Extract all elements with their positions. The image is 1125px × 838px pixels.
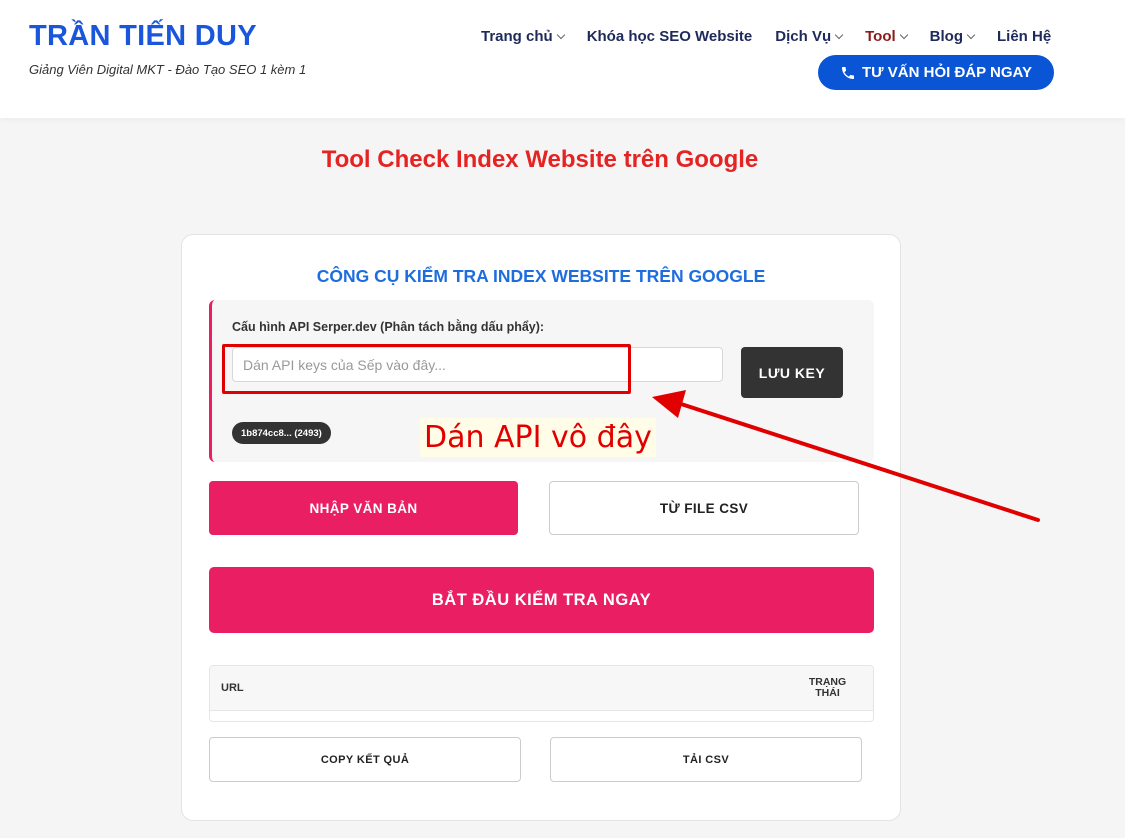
column-header-url: URL — [221, 682, 244, 694]
mode-text-button[interactable]: NHẬP VĂN BẢN — [209, 481, 518, 535]
nav-item-tool[interactable]: Tool — [865, 28, 908, 45]
chevron-down-icon — [966, 30, 976, 39]
nav-item-home[interactable]: Trang chủ — [481, 28, 565, 45]
nav-item-contact[interactable]: Liên Hệ — [997, 28, 1051, 45]
nav-item-seo-course[interactable]: Khóa học SEO Website — [587, 28, 753, 45]
page-title: Tool Check Index Website trên Google — [321, 146, 759, 173]
site-header: TRẦN TIẾN DUY Giảng Viên Digital MKT - Đ… — [0, 0, 1125, 118]
mode-csv-button[interactable]: TỪ FILE CSV — [549, 481, 859, 535]
annotation-text: Dán API vô đây — [420, 418, 656, 457]
consult-button[interactable]: TƯ VẤN HỎI ĐÁP NGAY — [818, 55, 1054, 90]
download-csv-button[interactable]: TẢI CSV — [550, 737, 862, 782]
column-header-status: TRẠNG THÁI — [800, 677, 855, 699]
chevron-down-icon — [834, 30, 844, 39]
nav-label: Blog — [929, 28, 963, 45]
nav-item-blog[interactable]: Blog — [929, 28, 976, 45]
api-label: Cấu hình API Serper.dev (Phân tách bằng … — [232, 320, 545, 334]
start-check-button[interactable]: BẮT ĐẦU KIỂM TRA NGAY — [209, 567, 874, 633]
save-key-button[interactable]: LƯU KEY — [741, 347, 843, 398]
consult-button-label: TƯ VẤN HỎI ĐÁP NGAY — [862, 64, 1032, 81]
chevron-down-icon — [556, 30, 565, 39]
tool-title: CÔNG CỤ KIỂM TRA INDEX WEBSITE TRÊN GOOG… — [316, 266, 766, 286]
nav-label: Trang chủ — [481, 28, 553, 45]
nav-label: Tool — [865, 28, 896, 45]
nav-label: Liên Hệ — [997, 28, 1052, 45]
nav-label: Dịch Vụ — [775, 28, 832, 45]
results-table: URL TRẠNG THÁI — [209, 665, 874, 722]
main-nav: Trang chủ Khóa học SEO Website Dịch Vụ T… — [481, 28, 1074, 45]
tool-card: CÔNG CỤ KIỂM TRA INDEX WEBSITE TRÊN GOOG… — [181, 234, 901, 821]
site-logo[interactable]: TRẦN TIẾN DUY — [29, 20, 257, 53]
chevron-down-icon — [899, 30, 908, 39]
nav-item-services[interactable]: Dịch Vụ — [775, 28, 844, 45]
api-keys-input[interactable] — [232, 347, 723, 382]
results-table-header: URL TRẠNG THÁI — [210, 666, 873, 711]
status-header-line: THÁI — [815, 687, 840, 699]
saved-key-chip[interactable]: 1b874cc8... (2493) — [232, 422, 331, 444]
copy-results-button[interactable]: COPY KẾT QUẢ — [209, 737, 521, 782]
nav-label: Khóa học SEO Website — [586, 28, 753, 45]
site-tagline: Giảng Viên Digital MKT - Đào Tạo SEO 1 k… — [29, 62, 307, 77]
phone-icon — [842, 66, 854, 79]
